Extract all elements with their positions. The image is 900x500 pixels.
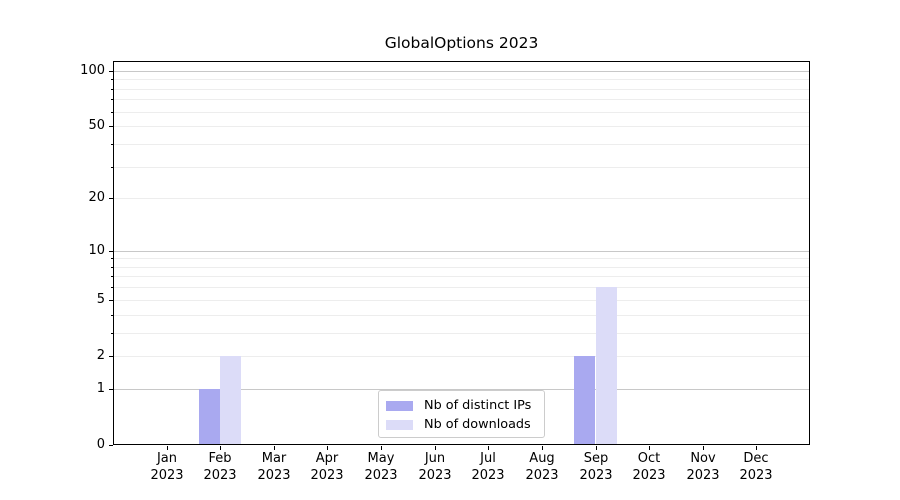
gridline-major: [114, 251, 809, 252]
x-tick-label: Nov 2023: [673, 451, 733, 484]
gridline-minor: [114, 198, 809, 199]
x-tick-label: Mar 2023: [244, 451, 304, 484]
x-tick-label: Apr 2023: [297, 451, 357, 484]
x-tick: [220, 446, 221, 450]
legend-item-downloads: Nb of downloads: [386, 415, 544, 434]
y-minor-tick: [111, 276, 113, 277]
y-tick-label: 20: [61, 191, 105, 205]
x-tick-label: Jun 2023: [405, 451, 465, 484]
legend-swatch-downloads: [386, 420, 413, 430]
y-tick: [109, 356, 113, 357]
gridline-minor: [114, 333, 809, 334]
bar-distinct-ips: [574, 356, 595, 445]
x-tick-label: Aug 2023: [512, 451, 572, 484]
y-tick-label: 0: [61, 438, 105, 452]
y-tick-label: 50: [61, 119, 105, 133]
gridline-major: [114, 71, 809, 72]
gridline-minor: [114, 315, 809, 316]
gridline-minor: [114, 356, 809, 357]
y-tick: [109, 198, 113, 199]
y-tick: [109, 251, 113, 252]
y-tick-label: 10: [61, 244, 105, 258]
y-minor-tick: [111, 333, 113, 334]
x-tick-label: Oct 2023: [619, 451, 679, 484]
y-tick-label: 1: [61, 382, 105, 396]
x-tick-label: Jul 2023: [458, 451, 518, 484]
bar-downloads: [596, 287, 617, 445]
legend-swatch-distinct-ips: [386, 401, 413, 411]
y-tick-label: 5: [61, 293, 105, 307]
x-tick-label: Sep 2023: [566, 451, 626, 484]
x-tick: [542, 446, 543, 450]
legend-label-distinct-ips: Nb of distinct IPs: [424, 398, 531, 413]
legend-item-distinct-ips: Nb of distinct IPs: [386, 396, 544, 415]
y-tick: [109, 71, 113, 72]
x-tick: [167, 446, 168, 450]
x-tick-label: Dec 2023: [726, 451, 786, 484]
y-tick: [109, 126, 113, 127]
figure: GlobalOptions 2023 0 1 2 5 10 20 50 100 Jan 2023…: [0, 0, 900, 500]
x-tick: [649, 446, 650, 450]
gridline-minor: [114, 79, 809, 80]
gridline-minor: [114, 89, 809, 90]
x-tick: [596, 446, 597, 450]
x-tick-label: Feb 2023: [190, 451, 250, 484]
legend: Nb of distinct IPs Nb of downloads: [378, 390, 545, 438]
bar-downloads: [220, 356, 241, 445]
legend-label-downloads: Nb of downloads: [424, 417, 531, 432]
gridline-minor: [114, 300, 809, 301]
y-minor-tick: [111, 144, 113, 145]
y-minor-tick: [111, 258, 113, 259]
x-tick: [488, 446, 489, 450]
x-tick: [381, 446, 382, 450]
x-tick: [756, 446, 757, 450]
gridline-minor: [114, 258, 809, 259]
y-minor-tick: [111, 79, 113, 80]
x-tick: [327, 446, 328, 450]
y-minor-tick: [111, 89, 113, 90]
y-minor-tick: [111, 112, 113, 113]
y-minor-tick: [111, 267, 113, 268]
y-minor-tick: [111, 167, 113, 168]
y-tick: [109, 445, 113, 446]
gridline-minor: [114, 267, 809, 268]
y-minor-tick: [111, 315, 113, 316]
y-tick-label: 2: [61, 349, 105, 363]
y-tick-label: 100: [61, 64, 105, 78]
y-minor-tick: [111, 99, 113, 100]
y-minor-tick: [111, 287, 113, 288]
plot-area: [113, 61, 810, 445]
x-tick: [703, 446, 704, 450]
gridline-minor: [114, 126, 809, 127]
x-tick: [274, 446, 275, 450]
gridline-minor: [114, 112, 809, 113]
gridline-minor: [114, 144, 809, 145]
bar-distinct-ips: [199, 389, 220, 445]
y-tick: [109, 389, 113, 390]
gridline-minor: [114, 99, 809, 100]
x-tick-label: Jan 2023: [137, 451, 197, 484]
x-tick: [435, 446, 436, 450]
gridline-minor: [114, 287, 809, 288]
gridline-minor: [114, 167, 809, 168]
gridline-minor: [114, 276, 809, 277]
x-tick-label: May 2023: [351, 451, 411, 484]
chart-title: GlobalOptions 2023: [113, 34, 810, 52]
y-tick: [109, 300, 113, 301]
